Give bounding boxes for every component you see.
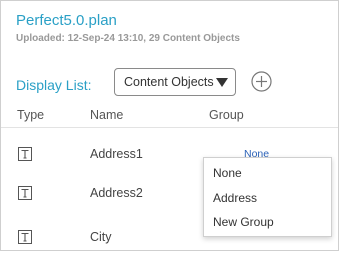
column-header-name: Name (90, 108, 124, 122)
text-type-icon (18, 230, 32, 244)
plan-panel: Perfect5.0.plan Uploaded: 12-Sep-24 13:1… (0, 0, 339, 251)
display-list-dropdown[interactable]: Content Objects (114, 68, 236, 96)
plan-title: Perfect5.0.plan (16, 12, 117, 29)
column-header-group: Group (209, 108, 244, 122)
menu-item-address[interactable]: Address (213, 191, 257, 205)
header-divider (1, 127, 338, 128)
caret-down-icon (216, 78, 228, 87)
row-name: Address1 (90, 147, 143, 161)
upload-info: Uploaded: 12-Sep-24 13:10, 29 Content Ob… (16, 33, 240, 44)
add-button[interactable] (251, 71, 272, 92)
text-type-icon (18, 186, 32, 200)
text-type-icon (18, 147, 32, 161)
display-list-selected: Content Objects (124, 75, 214, 89)
row-name: City (90, 230, 112, 244)
menu-item-new-group[interactable]: New Group (213, 215, 274, 229)
display-list-label: Display List: (16, 77, 92, 93)
group-dropdown-menu: None Address New Group (203, 157, 332, 237)
menu-item-none[interactable]: None (213, 166, 242, 180)
column-header-type: Type (17, 108, 45, 122)
row-name: Address2 (90, 186, 143, 200)
